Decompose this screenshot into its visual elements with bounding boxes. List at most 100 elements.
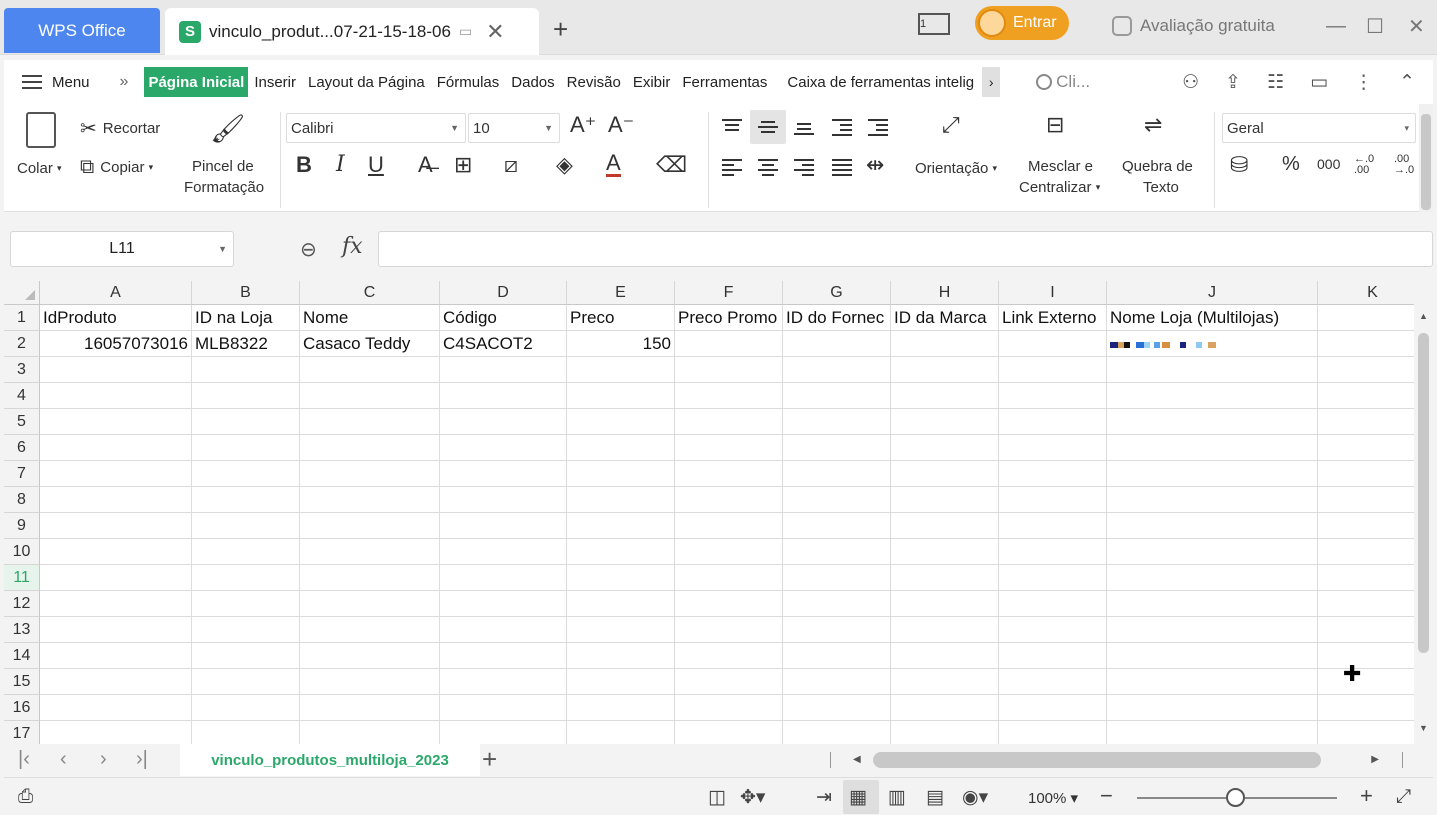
- table-cell[interactable]: [999, 461, 1107, 487]
- window-count-icon[interactable]: 1: [918, 13, 950, 35]
- table-cell[interactable]: [567, 643, 675, 669]
- cut-button[interactable]: ✂ Recortar: [80, 116, 160, 141]
- tab-page-layout[interactable]: Layout da Página: [302, 67, 431, 97]
- table-cell[interactable]: [999, 331, 1107, 357]
- merge-center-label-2[interactable]: Centralizar ▾: [1019, 179, 1100, 196]
- table-cell[interactable]: [999, 513, 1107, 539]
- zoom-slider-knob[interactable]: [1226, 788, 1245, 807]
- table-cell[interactable]: [40, 383, 192, 409]
- distributed-icon[interactable]: ⇹: [866, 152, 884, 178]
- table-cell[interactable]: [999, 383, 1107, 409]
- table-cell[interactable]: [675, 539, 783, 565]
- header-cell[interactable]: Preco: [567, 305, 675, 331]
- tab-tools[interactable]: Ferramentas: [676, 67, 773, 97]
- table-cell[interactable]: [440, 643, 567, 669]
- freeze-icon[interactable]: ✥▾: [740, 786, 765, 809]
- tab-view[interactable]: Exibir: [627, 67, 677, 97]
- table-cell[interactable]: [300, 721, 440, 744]
- table-cell[interactable]: [192, 721, 300, 744]
- table-cell[interactable]: [1107, 409, 1318, 435]
- table-cell[interactable]: [891, 565, 999, 591]
- table-cell[interactable]: [40, 435, 192, 461]
- row-header[interactable]: 9: [4, 513, 40, 539]
- decrease-font-icon[interactable]: A⁻: [608, 112, 634, 138]
- italic-icon[interactable]: I: [336, 152, 345, 177]
- tab-formulas[interactable]: Fórmulas: [431, 67, 506, 97]
- table-cell[interactable]: [783, 461, 891, 487]
- table-cell[interactable]: [675, 591, 783, 617]
- spreadsheet-grid[interactable]: A B C D E F G H I J K 1 IdProduto ID na Loja Nome Códig…: [4, 281, 1414, 744]
- minimize-icon[interactable]: —: [1326, 10, 1346, 42]
- header-cell[interactable]: Nome Loja (Multilojas): [1107, 305, 1318, 331]
- table-cell[interactable]: [783, 435, 891, 461]
- macro-icon[interactable]: ⎙: [18, 786, 33, 808]
- page-break-view-icon[interactable]: ▤: [926, 786, 944, 809]
- table-cell[interactable]: [675, 357, 783, 383]
- table-cell[interactable]: [1318, 669, 1414, 695]
- table-cell[interactable]: [1318, 487, 1414, 513]
- menu-button[interactable]: Menu: [52, 74, 90, 91]
- header-cell[interactable]: ID na Loja: [192, 305, 300, 331]
- page-layout-view-icon[interactable]: ▥: [888, 786, 906, 809]
- previous-sheet-icon[interactable]: ‹: [60, 748, 67, 771]
- table-cell[interactable]: [1107, 487, 1318, 513]
- number-format-select[interactable]: Geral ▾: [1222, 113, 1416, 143]
- table-cell[interactable]: [1107, 695, 1318, 721]
- table-cell[interactable]: [1107, 539, 1318, 565]
- data-cell[interactable]: Casaco Teddy: [300, 331, 440, 357]
- table-cell[interactable]: [1107, 565, 1318, 591]
- scroll-left-icon[interactable]: ◀: [853, 754, 861, 765]
- tab-insert[interactable]: Inserir: [248, 67, 302, 97]
- underline-icon[interactable]: U: [368, 152, 384, 178]
- table-cell[interactable]: [440, 591, 567, 617]
- table-cell[interactable]: [440, 539, 567, 565]
- align-bottom-icon[interactable]: [794, 120, 814, 138]
- table-cell[interactable]: [891, 383, 999, 409]
- align-left-icon[interactable]: [722, 156, 742, 179]
- row-header[interactable]: 4: [4, 383, 40, 409]
- eraser-icon[interactable]: ⌫: [656, 152, 687, 178]
- table-cell[interactable]: [891, 513, 999, 539]
- normal-view-icon[interactable]: ▦: [849, 786, 867, 809]
- table-cell[interactable]: [1318, 695, 1414, 721]
- column-header-a[interactable]: A: [40, 281, 192, 305]
- wrap-text-label-1[interactable]: Quebra de: [1122, 158, 1193, 175]
- table-cell[interactable]: [999, 357, 1107, 383]
- tab-data[interactable]: Dados: [505, 67, 560, 97]
- table-cell[interactable]: [1107, 591, 1318, 617]
- table-cell[interactable]: [300, 617, 440, 643]
- table-cell[interactable]: [40, 669, 192, 695]
- font-size-select[interactable]: 10 ▼: [468, 113, 560, 143]
- table-cell[interactable]: [440, 383, 567, 409]
- table-cell[interactable]: [675, 487, 783, 513]
- decrease-indent-icon[interactable]: [832, 116, 852, 139]
- table-cell[interactable]: [891, 669, 999, 695]
- row-header[interactable]: 2: [4, 331, 40, 357]
- table-cell[interactable]: [1107, 513, 1318, 539]
- first-sheet-icon[interactable]: |‹: [18, 748, 30, 771]
- scroll-down-icon[interactable]: ▼: [1419, 723, 1428, 733]
- table-cell[interactable]: [891, 357, 999, 383]
- table-cell[interactable]: [1318, 539, 1414, 565]
- table-cell[interactable]: [891, 331, 999, 357]
- table-cell[interactable]: [783, 383, 891, 409]
- row-header[interactable]: 13: [4, 617, 40, 643]
- align-top-icon[interactable]: [722, 116, 742, 134]
- table-cell[interactable]: [783, 721, 891, 744]
- table-cell[interactable]: [1107, 435, 1318, 461]
- zoom-out-icon[interactable]: −: [1100, 783, 1113, 809]
- scroll-up-icon[interactable]: ▲: [1419, 311, 1428, 321]
- column-header-c[interactable]: C: [300, 281, 440, 305]
- row-header[interactable]: 8: [4, 487, 40, 513]
- column-header-f[interactable]: F: [675, 281, 783, 305]
- table-cell[interactable]: [1107, 383, 1318, 409]
- merge-center-label-1[interactable]: Mesclar e: [1028, 158, 1093, 175]
- table-cell[interactable]: [783, 409, 891, 435]
- row-header[interactable]: 12: [4, 591, 40, 617]
- header-cell[interactable]: Código: [440, 305, 567, 331]
- table-cell[interactable]: [999, 487, 1107, 513]
- horizontal-scroll-thumb[interactable]: [873, 752, 1321, 768]
- table-cell[interactable]: [783, 539, 891, 565]
- zoom-level[interactable]: 100% ▾: [1028, 789, 1078, 807]
- table-cell[interactable]: [783, 487, 891, 513]
